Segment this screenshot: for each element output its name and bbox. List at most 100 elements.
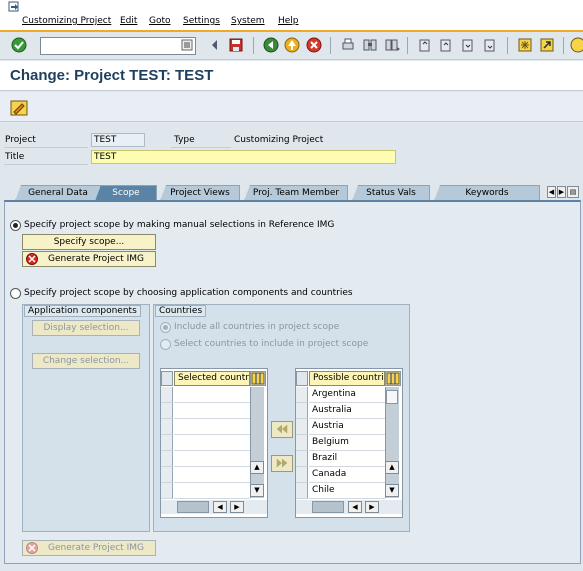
shortcut-icon[interactable] [539, 37, 555, 53]
hscroll-thumb[interactable] [177, 501, 209, 513]
table-settings-icon[interactable] [250, 371, 266, 386]
change-selection-button[interactable]: Change selection... [32, 353, 140, 369]
radio-select-countries[interactable] [160, 339, 171, 350]
table-row[interactable]: Brazil [309, 451, 385, 467]
double-right-arrow-icon [276, 458, 288, 468]
help-icon[interactable] [570, 37, 583, 53]
row-selector[interactable] [296, 419, 308, 435]
table-row[interactable]: Chile [309, 483, 385, 499]
table-settings-icon[interactable] [385, 371, 401, 386]
table-row[interactable]: Argentina [309, 387, 385, 403]
back-icon[interactable] [263, 37, 279, 53]
row-selector[interactable] [296, 387, 308, 403]
new-session-icon[interactable] [517, 37, 533, 53]
tab-scope[interactable]: Scope [95, 185, 157, 201]
selected-countries-header[interactable]: Selected countri... [174, 371, 250, 386]
scroll-up-icon[interactable]: ▲ [385, 461, 399, 474]
move-right-button[interactable] [271, 455, 293, 472]
check-icon[interactable] [11, 37, 27, 53]
row-selector[interactable] [161, 419, 173, 435]
move-left-button[interactable] [271, 421, 293, 438]
save-icon[interactable] [228, 37, 244, 53]
tab-list-icon[interactable]: ▤ [567, 186, 579, 198]
menu-goto[interactable]: Goto [149, 16, 171, 26]
tab-scroll-left-icon[interactable]: ◀ [547, 186, 556, 198]
row-selector[interactable] [161, 467, 173, 483]
table-row[interactable] [174, 435, 250, 451]
scroll-right-icon[interactable]: ▶ [230, 501, 244, 513]
row-selector[interactable] [296, 467, 308, 483]
table-row[interactable] [174, 419, 250, 435]
scroll-down-icon[interactable]: ▼ [385, 484, 399, 497]
generate-project-img-bottom-button[interactable]: Generate Project IMG [22, 540, 156, 556]
menu-settings[interactable]: Settings [183, 16, 220, 26]
exit-icon[interactable] [284, 37, 300, 53]
first-page-icon[interactable] [417, 37, 433, 53]
row-selector[interactable] [161, 387, 173, 403]
table-row[interactable] [174, 451, 250, 467]
row-selector[interactable] [161, 483, 173, 499]
possible-countries-header[interactable]: Possible countries [309, 371, 385, 386]
title-field[interactable]: TEST [91, 150, 396, 164]
generate-project-img-button[interactable]: Generate Project IMG [22, 251, 156, 267]
scroll-left-icon[interactable]: ◀ [348, 501, 362, 513]
table-row[interactable]: Belgium [309, 435, 385, 451]
table-row[interactable] [174, 403, 250, 419]
table-row[interactable]: Canada [309, 467, 385, 483]
selected-table-vscroll[interactable] [250, 387, 264, 498]
row-selector[interactable] [296, 483, 308, 499]
countries-title: Countries [155, 305, 207, 317]
select-all-possible-table[interactable] [296, 371, 308, 386]
tab-keywords[interactable]: Keywords [434, 185, 540, 201]
radio-manual-selection[interactable] [10, 220, 21, 231]
tab-scroll-right-icon[interactable]: ▶ [557, 186, 566, 198]
vscroll-thumb[interactable] [386, 390, 398, 404]
edit-pencil-icon[interactable] [10, 100, 28, 116]
row-selector[interactable] [296, 403, 308, 419]
hscroll-thumb[interactable] [312, 501, 344, 513]
command-field[interactable] [40, 37, 196, 55]
table-row[interactable] [174, 467, 250, 483]
specify-scope-button[interactable]: Specify scope... [22, 234, 156, 250]
generate-img-icon [26, 542, 38, 554]
select-all-selected-table[interactable] [161, 371, 173, 386]
find-icon[interactable] [362, 37, 378, 53]
row-selector[interactable] [161, 435, 173, 451]
history-dropdown-icon[interactable] [181, 39, 193, 51]
menu-customizing-project[interactable]: Customizing Project [22, 16, 111, 26]
nav-left-icon[interactable] [207, 37, 223, 53]
include-all-countries-label: Include all countries in project scope [174, 322, 340, 332]
print-icon[interactable] [340, 37, 356, 53]
row-selector[interactable] [296, 451, 308, 467]
next-page-icon[interactable] [460, 37, 476, 53]
system-menu-icon[interactable] [8, 1, 20, 13]
scroll-down-icon[interactable]: ▼ [250, 484, 264, 497]
project-field: TEST [91, 133, 145, 147]
radio-components-countries[interactable] [10, 288, 21, 299]
radio-components-label: Specify project scope by choosing applic… [24, 288, 353, 298]
prev-page-icon[interactable] [438, 37, 454, 53]
row-selector[interactable] [161, 451, 173, 467]
radio-include-all-countries[interactable] [160, 322, 171, 333]
display-selection-button[interactable]: Display selection... [32, 320, 140, 336]
scroll-left-icon[interactable]: ◀ [213, 501, 227, 513]
row-selector[interactable] [161, 403, 173, 419]
scroll-up-icon[interactable]: ▲ [250, 461, 264, 474]
scroll-right-icon[interactable]: ▶ [365, 501, 379, 513]
find-next-icon[interactable] [384, 37, 400, 53]
tab-project-views[interactable]: Project Views [160, 185, 240, 201]
menu-help[interactable]: Help [278, 16, 299, 26]
menu-edit[interactable]: Edit [120, 16, 137, 26]
toolbar-separator [507, 37, 508, 54]
row-selector[interactable] [296, 435, 308, 451]
table-row[interactable]: Australia [309, 403, 385, 419]
table-row[interactable]: Austria [309, 419, 385, 435]
table-row[interactable] [174, 483, 250, 499]
tab-proj-team-member[interactable]: Proj. Team Member [244, 185, 348, 201]
last-page-icon[interactable] [482, 37, 498, 53]
table-row[interactable] [174, 387, 250, 403]
menu-system[interactable]: System [231, 16, 265, 26]
tab-status-vals[interactable]: Status Vals [352, 185, 430, 201]
tab-general-data[interactable]: General Data [15, 185, 101, 201]
cancel-icon[interactable] [306, 37, 322, 53]
